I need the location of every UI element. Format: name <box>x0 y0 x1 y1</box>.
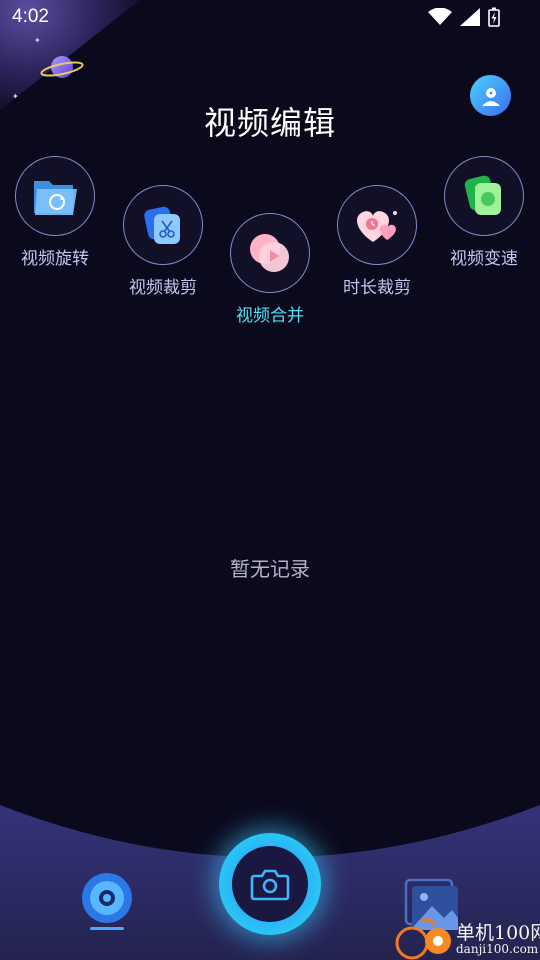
status-time: 4:02 <box>12 6 49 27</box>
battery-charging-icon <box>488 7 500 27</box>
merge-play-icon <box>250 234 289 272</box>
wifi-icon <box>428 8 452 25</box>
heart-clock-icon <box>357 211 397 242</box>
tool-video-crop[interactable]: 视频裁剪 <box>108 185 218 298</box>
tool-label: 视频合并 <box>236 306 304 326</box>
status-bar: 4:02 <box>0 0 540 36</box>
speed-cards-icon <box>464 175 501 215</box>
camera-icon <box>250 869 290 901</box>
tool-video-rotate[interactable]: 视频旋转 <box>0 156 110 269</box>
empty-state-text: 暂无记录 <box>230 557 310 581</box>
tool-video-merge[interactable]: 视频合并 <box>215 213 325 326</box>
scissors-card-icon <box>144 206 180 244</box>
page-title: 视频编辑 <box>203 104 336 142</box>
watermark-url: danji100.com <box>456 942 539 956</box>
tool-duration-crop[interactable]: 时长裁剪 <box>322 185 432 298</box>
tool-video-speed[interactable]: 视频变速 <box>429 156 539 269</box>
planet-icon <box>40 56 84 78</box>
tool-label: 视频变速 <box>450 249 518 269</box>
capture-button[interactable] <box>219 833 321 935</box>
signal-icon <box>460 8 480 26</box>
watermark-logo-icon <box>395 918 451 960</box>
camera-record-button[interactable] <box>80 872 136 938</box>
tool-label: 视频裁剪 <box>129 278 197 298</box>
sparkle-icon: ✦ <box>34 36 41 45</box>
watermark: 单机100网 danji100.com <box>392 915 540 960</box>
webcam-icon <box>82 873 132 930</box>
tool-label: 视频旋转 <box>21 249 89 269</box>
folder-rotate-icon <box>34 181 77 215</box>
watermark-title: 单机100网 <box>456 922 540 944</box>
tool-label: 时长裁剪 <box>343 278 411 298</box>
